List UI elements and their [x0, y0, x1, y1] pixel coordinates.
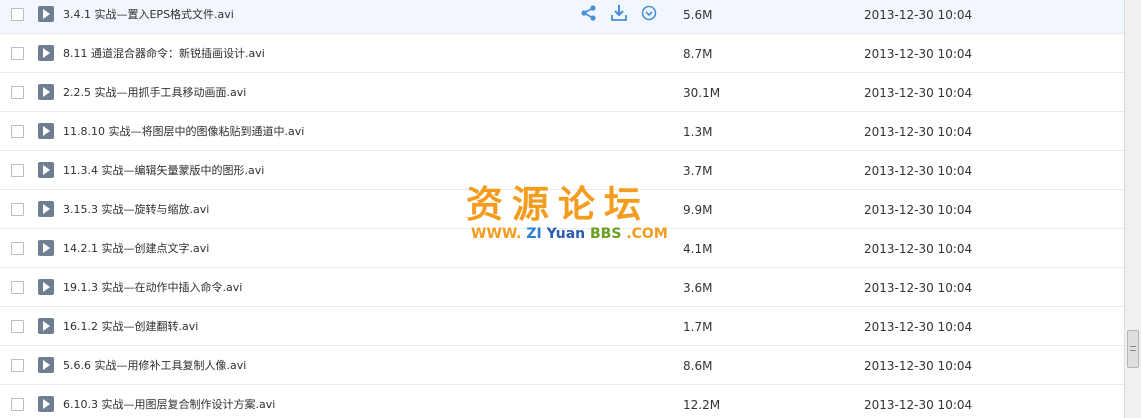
video-file-icon	[38, 162, 54, 178]
file-date: 2013-12-30 10:04	[864, 242, 973, 256]
file-date: 2013-12-30 10:04	[864, 164, 973, 178]
file-size: 4.1M	[683, 242, 713, 256]
scrollbar-thumb[interactable]	[1127, 330, 1139, 368]
vertical-scrollbar[interactable]	[1124, 0, 1141, 418]
row-checkbox[interactable]	[11, 86, 24, 99]
watermark-url-bbs: BBS	[590, 226, 622, 242]
watermark-url-yuan: Yuan	[546, 226, 586, 242]
download-icon[interactable]	[610, 3, 628, 23]
file-row[interactable]: 6.10.3 实战—用图层复合制作设计方案.avi 12.2M 2013-12-30…	[0, 386, 1124, 418]
video-file-icon	[38, 396, 54, 412]
file-name[interactable]: 16.1.2 实战—创建翻转.avi	[63, 319, 198, 335]
file-date: 2013-12-30 10:04	[864, 203, 973, 217]
row-checkbox[interactable]	[11, 203, 24, 216]
file-name[interactable]: 14.2.1 实战—创建点文字.avi	[63, 241, 209, 257]
file-name[interactable]: 3.15.3 实战—旋转与缩放.avi	[63, 202, 209, 218]
watermark-url-zi: ZI	[526, 226, 542, 242]
row-checkbox[interactable]	[11, 47, 24, 60]
watermark-url-com: .COM	[626, 226, 668, 242]
file-date: 2013-12-30 10:04	[864, 8, 973, 22]
file-row[interactable]: 5.6.6 实战—用修补工具复制人像.avi 8.6M 2013-12-30 10:…	[0, 347, 1124, 385]
file-date: 2013-12-30 10:04	[864, 359, 973, 373]
file-date: 2013-12-30 10:04	[864, 320, 973, 334]
file-name[interactable]: 11.3.4 实战—编辑矢量蒙版中的图形.avi	[63, 163, 264, 179]
row-checkbox[interactable]	[11, 125, 24, 138]
file-date: 2013-12-30 10:04	[864, 86, 973, 100]
file-row[interactable]: 16.1.2 实战—创建翻转.avi 1.7M 2013-12-30 10:04	[0, 308, 1124, 346]
file-row[interactable]: 11.8.10 实战—将图层中的图像粘贴到通道中.avi 1.3M 2013-12-…	[0, 113, 1124, 151]
file-date: 2013-12-30 10:04	[864, 125, 973, 139]
video-file-icon	[38, 123, 54, 139]
video-file-icon	[38, 318, 54, 334]
file-date: 2013-12-30 10:04	[864, 281, 973, 295]
file-size: 1.3M	[683, 125, 713, 139]
file-size: 12.2M	[683, 398, 721, 412]
file-row[interactable]: 2.2.5 实战—用抓手工具移动画面.avi 30.1M 2013-12-30 10…	[0, 74, 1124, 112]
watermark-title: 资源论坛	[466, 183, 650, 226]
file-name[interactable]: 8.11 通道混合器命令：新锐插画设计.avi	[63, 46, 265, 62]
row-checkbox[interactable]	[11, 164, 24, 177]
row-checkbox[interactable]	[11, 242, 24, 255]
file-size: 8.7M	[683, 47, 713, 61]
file-name[interactable]: 2.2.5 实战—用抓手工具移动画面.avi	[63, 85, 246, 101]
share-icon[interactable]	[580, 3, 598, 23]
file-name[interactable]: 5.6.6 实战—用修补工具复制人像.avi	[63, 358, 246, 374]
file-row[interactable]: 3.4.1 实战—置入EPS格式文件.avi 5.6M 2013-12-30 10:…	[0, 0, 1124, 34]
file-row[interactable]: 8.11 通道混合器命令：新锐插画设计.avi 8.7M 2013-12-30 10…	[0, 35, 1124, 73]
video-file-icon	[38, 84, 54, 100]
watermark: 资源论坛 WWW. ZI Yuan BBS .COM	[462, 174, 682, 246]
row-checkbox[interactable]	[11, 8, 24, 21]
file-name[interactable]: 6.10.3 实战—用图层复合制作设计方案.avi	[63, 397, 275, 413]
more-icon[interactable]	[640, 3, 658, 23]
video-file-icon	[38, 357, 54, 373]
row-checkbox[interactable]	[11, 320, 24, 333]
row-checkbox[interactable]	[11, 398, 24, 411]
video-file-icon	[38, 240, 54, 256]
file-size: 5.6M	[683, 8, 713, 22]
watermark-url-www: WWW.	[471, 226, 522, 242]
file-size: 1.7M	[683, 320, 713, 334]
video-file-icon	[38, 279, 54, 295]
file-name[interactable]: 11.8.10 实战—将图层中的图像粘贴到通道中.avi	[63, 124, 304, 140]
file-row[interactable]: 19.1.3 实战—在动作中插入命令.avi 3.6M 2013-12-30 10:…	[0, 269, 1124, 307]
file-size: 3.7M	[683, 164, 713, 178]
video-file-icon	[38, 45, 54, 61]
file-date: 2013-12-30 10:04	[864, 398, 973, 412]
watermark-url: WWW. ZI Yuan BBS .COM	[471, 226, 668, 242]
file-date: 2013-12-30 10:04	[864, 47, 973, 61]
file-size: 8.6M	[683, 359, 713, 373]
file-name[interactable]: 19.1.3 实战—在动作中插入命令.avi	[63, 280, 242, 296]
row-checkbox[interactable]	[11, 359, 24, 372]
file-name[interactable]: 3.4.1 实战—置入EPS格式文件.avi	[63, 7, 234, 23]
file-size: 9.9M	[683, 203, 713, 217]
row-checkbox[interactable]	[11, 281, 24, 294]
video-file-icon	[38, 201, 54, 217]
video-file-icon	[38, 6, 54, 22]
file-size: 30.1M	[683, 86, 721, 100]
file-size: 3.6M	[683, 281, 713, 295]
